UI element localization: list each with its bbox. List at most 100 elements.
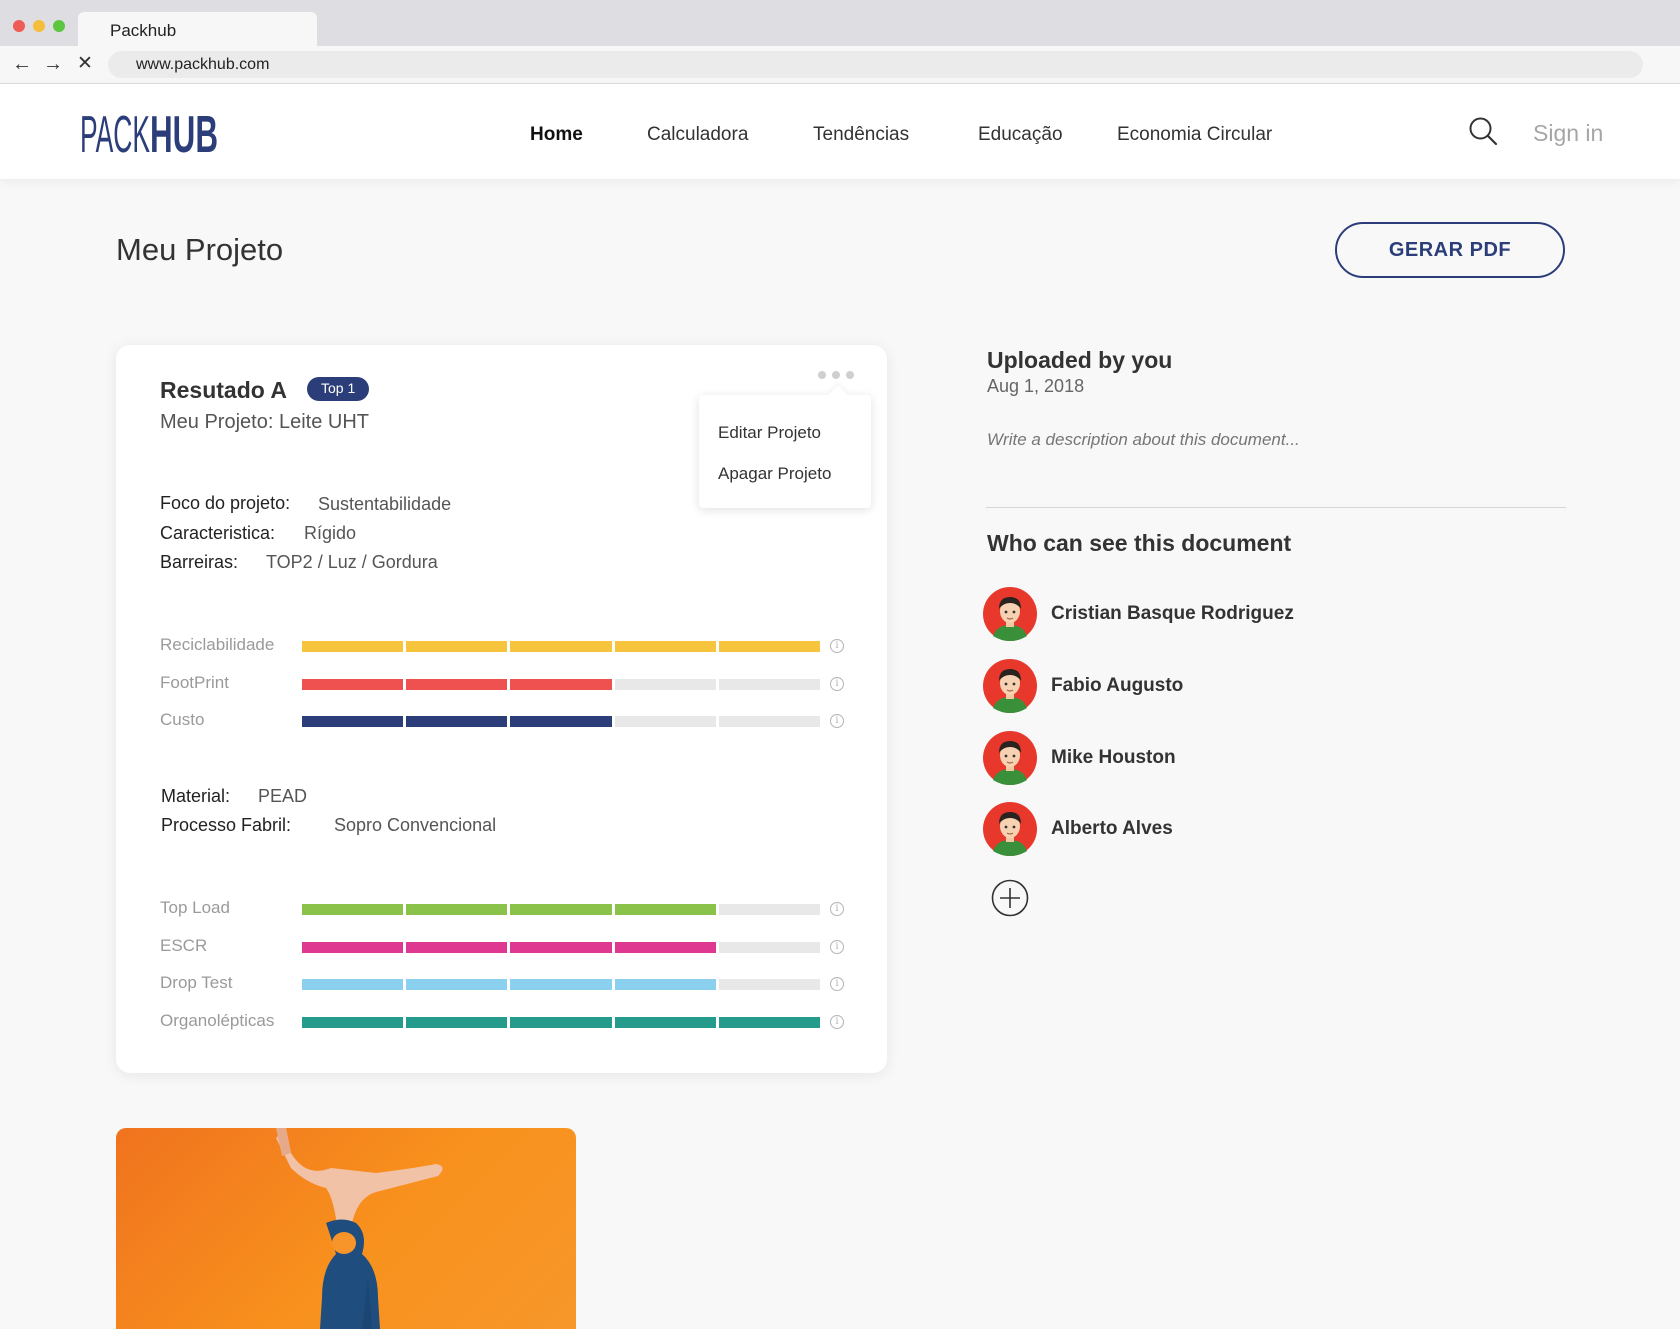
metric-bar-segment [510,904,612,915]
info-icon[interactable]: i [830,939,844,954]
forward-arrow-icon[interactable]: → [43,54,63,74]
metric-bar-segment [614,941,716,953]
detail-key-process: Processo Fabril: [161,815,292,835]
tab-strip: Packhub [0,0,1680,46]
nav-educacao[interactable]: Educação [978,124,1063,146]
svg-text:PACK: PACK [80,106,150,158]
product-photo [116,1128,576,1329]
menu-item-delete-project[interactable]: Apagar Projeto [718,464,831,484]
metric-label-drop-test: Drop Test [160,973,233,992]
metric-label-custo: Custo [160,710,205,729]
metric-bar-segment [406,979,508,990]
detail-key-material: Material: [161,786,231,806]
browser-tab[interactable]: Packhub [78,12,317,46]
user-name: Cristian Basque Rodriguez [1051,603,1294,624]
minimize-window-button[interactable] [33,20,45,32]
menu-item-edit-project[interactable]: Editar Projeto [718,423,821,443]
info-icon[interactable]: i [830,977,844,991]
nav-tendencias[interactable]: Tendências [813,124,909,146]
packhub-logo[interactable]: PACK HUB [80,106,220,158]
avatar [983,731,1037,785]
info-icon[interactable]: i [830,902,844,916]
info-icon[interactable]: i [830,676,844,691]
nav-home[interactable]: Home [530,124,583,146]
metric-bar-segment [614,1016,716,1028]
metric-bar-top-load [302,904,821,915]
metric-bar-segment [302,1016,404,1028]
metric-bar-custo [302,716,821,727]
svg-text:HUB: HUB [150,106,218,158]
address-bar[interactable]: www.packhub.com [108,51,1643,78]
metric-label-reciclabilidade: Reciclabilidade [160,635,275,654]
card-title: Resutado A [160,377,287,403]
avatar [983,802,1037,856]
metric-bar-segment [614,979,716,990]
uploaded-date: Aug 1, 2018 [987,376,1085,396]
nav-calculadora[interactable]: Calculadora [647,124,748,146]
info-icon[interactable]: i [830,1014,844,1029]
metric-bar-segment [302,904,404,915]
metric-bar-segment [614,678,716,690]
nav-economia-circular[interactable]: Economia Circular [1117,124,1272,146]
metric-bar-segment [718,716,821,727]
detail-value-barriers: TOP2 / Luz / Gordura [266,552,438,572]
detail-value-focus: Sustentabilidade [318,494,452,514]
rank-badge: Top 1 [307,377,370,401]
address-row: ← → ✕ www.packhub.com [0,46,1680,84]
metric-bar-segment [614,716,716,727]
close-window-button[interactable] [13,20,25,32]
search-icon[interactable] [1468,116,1498,146]
metric-bar-segment [718,979,821,990]
detail-value-characteristic: Rígido [304,523,357,543]
avatar [983,587,1037,641]
share-title: Who can see this document [987,530,1292,556]
detail-key-characteristic: Caracteristica: [160,523,276,543]
sign-in-link[interactable]: Sign in [1533,120,1603,147]
metric-bar-segment [302,716,404,727]
more-options-icon[interactable] [818,368,858,382]
metric-bar-segment [302,678,404,690]
card-subtitle: Meu Projeto: Leite UHT [160,411,369,433]
metric-bar-segment [406,941,508,953]
stop-loading-icon[interactable]: ✕ [77,54,93,74]
add-person-icon[interactable] [991,879,1029,917]
maximize-window-button[interactable] [53,20,65,32]
metric-label-top-load: Top Load [160,898,230,917]
metric-bar-segment [510,678,612,690]
metric-bar-escr [302,941,821,953]
metric-bar-segment [510,716,612,727]
metric-bar-organolepticas [302,1016,821,1028]
uploaded-title: Uploaded by you [987,347,1173,373]
detail-key-barriers: Barreiras: [160,552,239,572]
metric-bar-segment [510,1016,612,1028]
user-name: Alberto Alves [1051,818,1173,839]
divider [986,507,1566,508]
metric-bar-segment [406,678,508,690]
window-controls [13,20,65,32]
metric-bar-segment [614,641,716,652]
detail-key-focus: Foco do projeto: [160,493,291,513]
detail-value-process: Sopro Convencional [334,815,497,835]
back-arrow-icon[interactable]: ← [12,54,32,74]
metric-bar-segment [510,941,612,953]
metric-bar-segment [510,641,612,652]
user-name: Mike Houston [1051,747,1176,768]
metric-bar-segment [406,641,508,652]
info-icon[interactable]: i [830,714,844,728]
metric-bar-segment [718,904,821,915]
detail-value-material: PEAD [258,786,308,806]
info-icon[interactable]: i [830,639,844,653]
generate-pdf-button[interactable]: GERAR PDF [1335,222,1565,278]
description-input[interactable] [987,430,1567,450]
metric-label-escr: ESCR [160,935,208,955]
metric-label-footprint: FootPrint [160,672,229,692]
metric-bar-drop-test [302,979,821,990]
metric-label-organolepticas: Organolépticas [160,1010,275,1030]
browser-chrome: Packhub ← → ✕ www.packhub.com [0,0,1680,84]
metric-bar-segment [718,678,821,690]
metric-bar-segment [614,904,716,915]
metric-bar-reciclabilidade [302,641,821,652]
metric-bar-segment [406,716,508,727]
options-menu: Editar Projeto Apagar Projeto [699,395,871,508]
metric-bar-segment [718,1016,821,1028]
